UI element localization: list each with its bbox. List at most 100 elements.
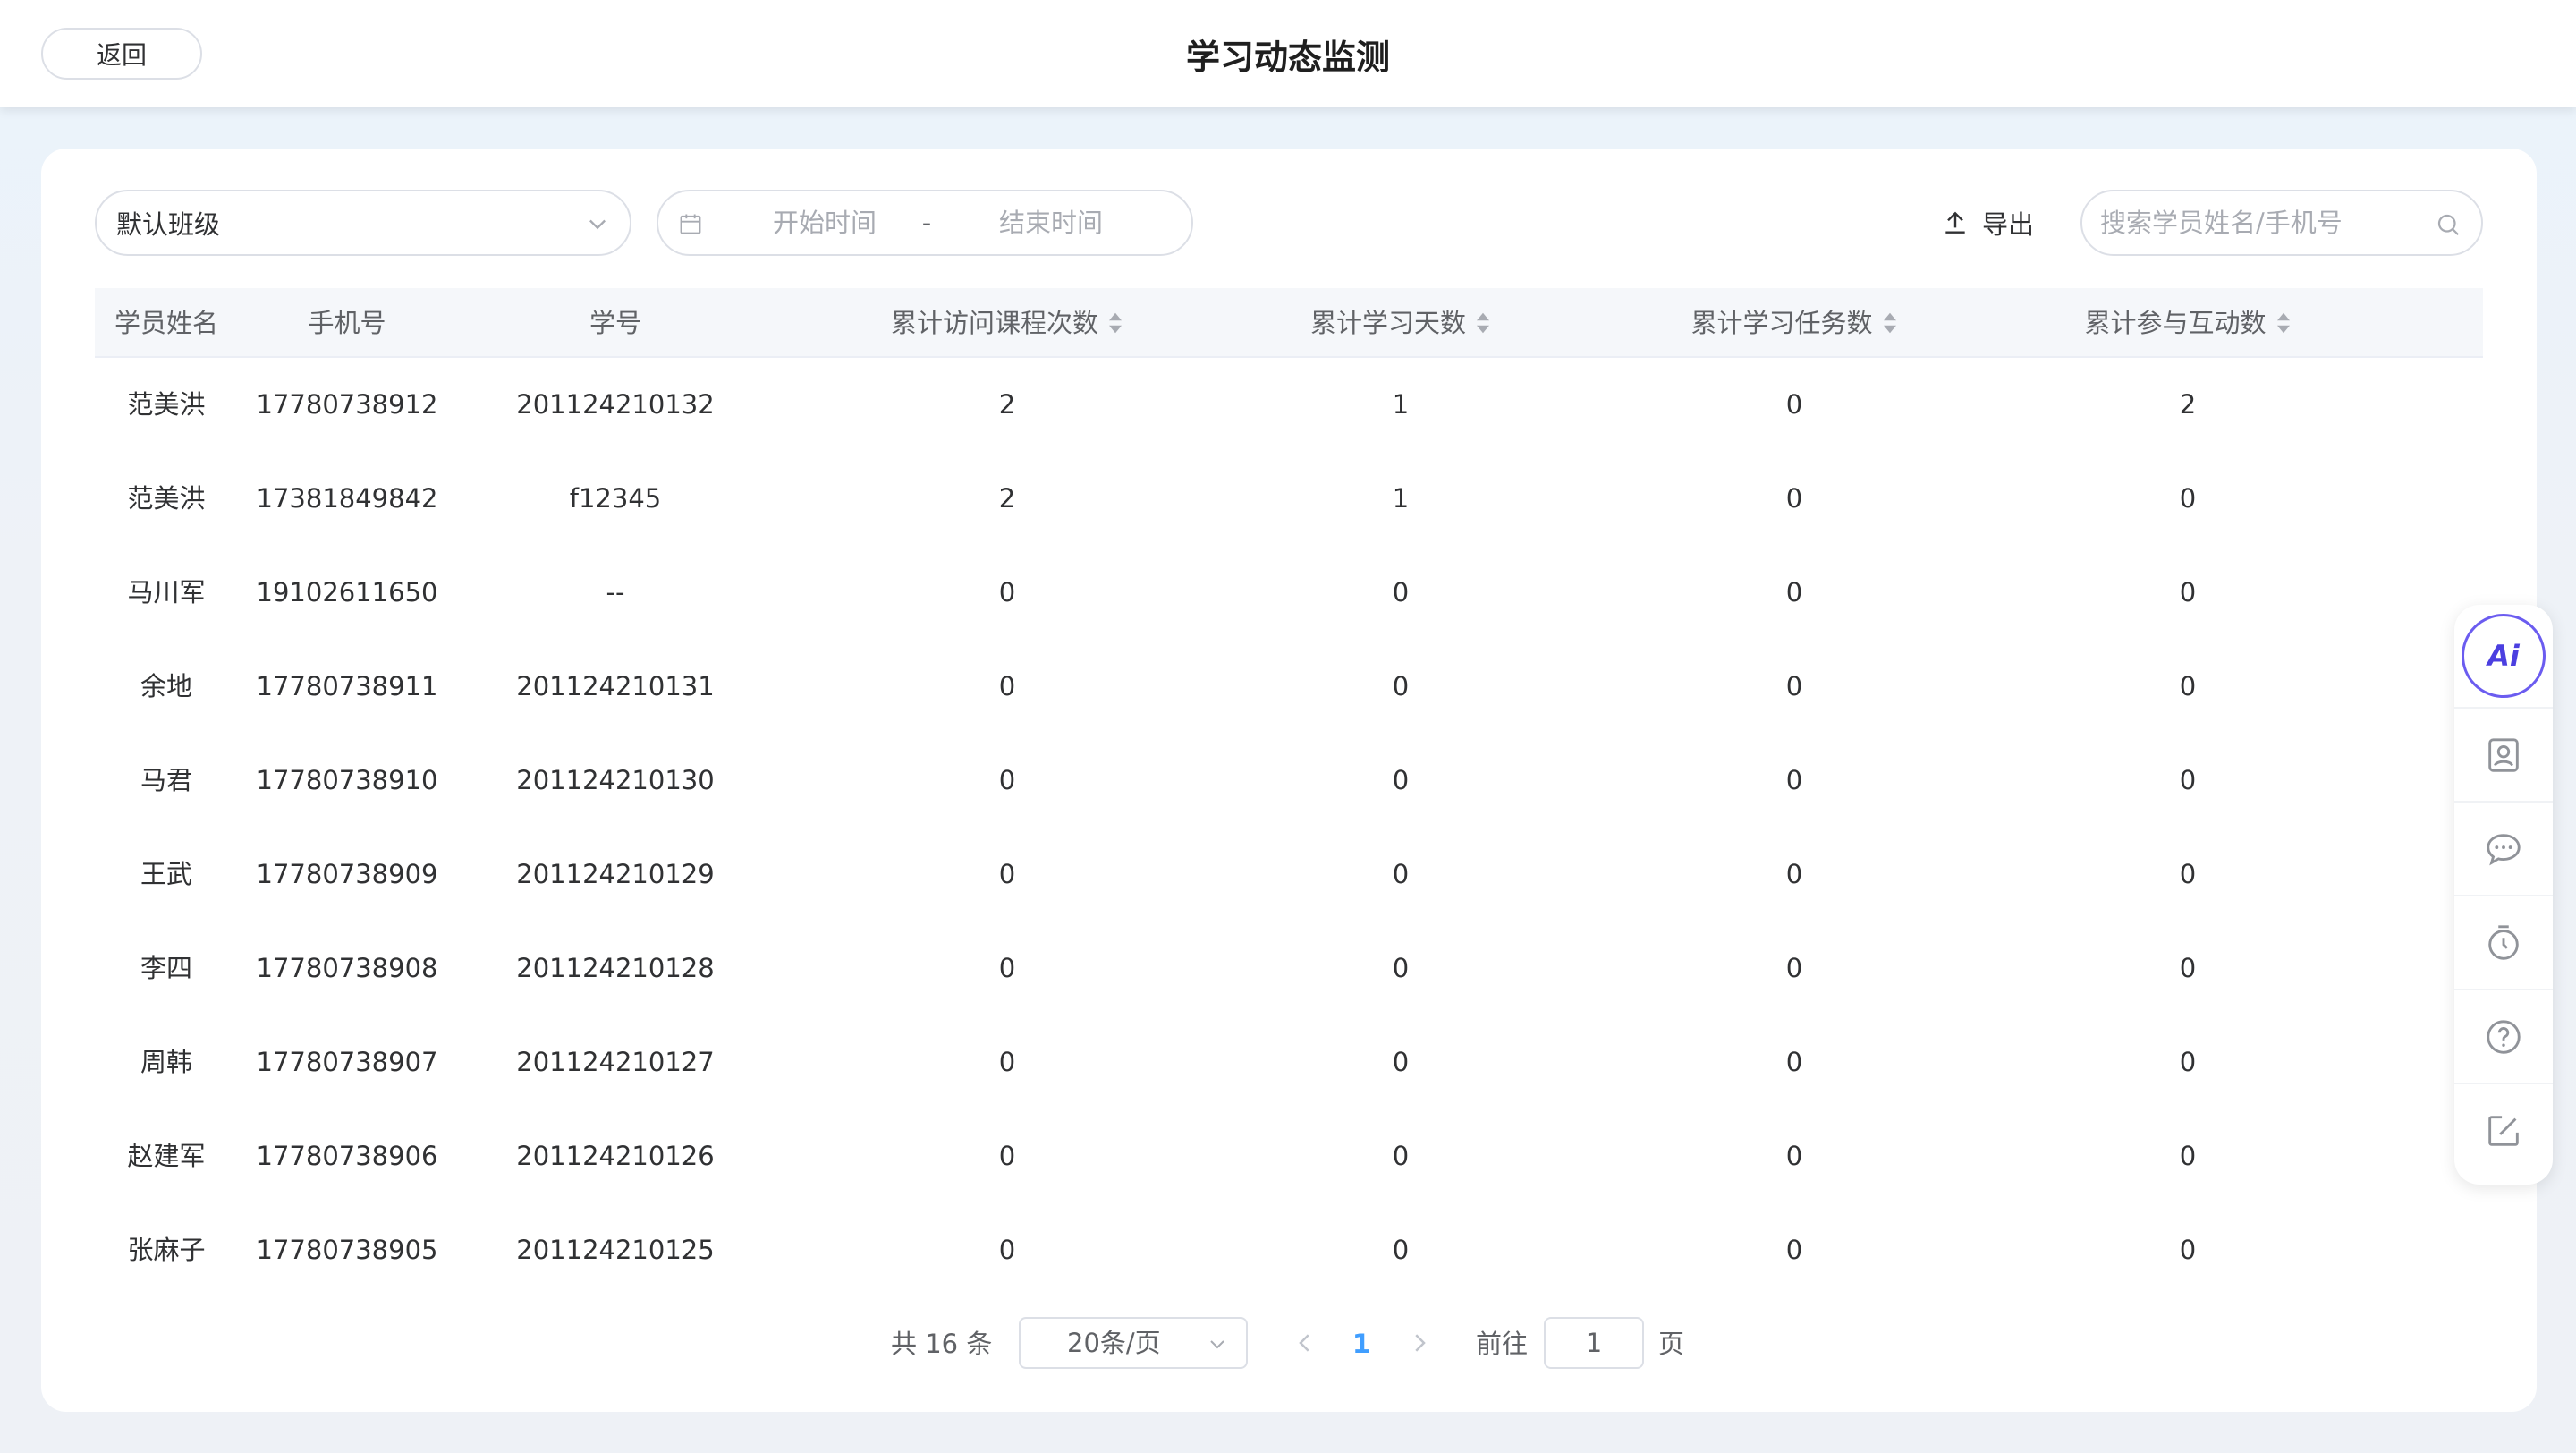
search-input[interactable] (2100, 200, 2431, 245)
contact-card-button[interactable] (2454, 707, 2553, 801)
column-header-interactions[interactable]: 累计参与互动数 (2027, 288, 2349, 358)
cell-student-id: 201124210131 (516, 671, 715, 701)
cell-phone: 17780738906 (256, 1141, 438, 1171)
page-size-value: 20条/页 (1067, 1328, 1161, 1358)
cell-interactions: 0 (2179, 671, 2197, 701)
sort-icon[interactable] (1107, 310, 1123, 336)
table-row: 余地 17780738911 201124210131 0 0 0 0 (95, 640, 2483, 734)
cell-study-days: 0 (1392, 953, 1410, 983)
cell-course-visits: 2 (998, 483, 1016, 514)
cell-student-id: 201124210132 (516, 389, 715, 420)
cell-course-visits: 0 (998, 577, 1016, 608)
cell-study-tasks: 0 (1785, 671, 1803, 701)
help-icon (2487, 1019, 2521, 1054)
class-select-value: 默认班级 (116, 209, 221, 240)
cell-interactions: 0 (2179, 1141, 2197, 1171)
cell-study-days: 0 (1392, 859, 1410, 889)
next-page-icon[interactable] (1406, 1330, 1433, 1356)
cell-study-days: 0 (1392, 1235, 1410, 1265)
cell-study-days: 0 (1392, 577, 1410, 608)
chat-button[interactable] (2454, 801, 2553, 895)
sort-icon[interactable] (2275, 310, 2292, 336)
cell-interactions: 0 (2179, 765, 2197, 795)
goto-page-input[interactable] (1544, 1317, 1644, 1369)
cell-course-visits: 0 (998, 1047, 1016, 1077)
cell-phone: 19102611650 (256, 577, 438, 608)
back-button[interactable]: 返回 (41, 28, 202, 80)
student-table: 学员姓名 手机号 学号 累计访问课程次数 累计学习天数 累计学习任务数 累计参与… (95, 288, 2483, 1297)
column-header-course-visits[interactable]: 累计访问课程次数 (775, 288, 1240, 358)
timer-button[interactable] (2454, 895, 2553, 989)
table-row: 范美洪 17381849842 f12345 2 1 0 0 (95, 452, 2483, 546)
cell-study-days: 1 (1392, 483, 1410, 514)
column-header-student-id: 学号 (589, 308, 641, 338)
cell-phone: 17780738911 (256, 671, 438, 701)
table-row: 范美洪 17780738912 201124210132 2 1 0 2 (95, 358, 2483, 452)
page-number[interactable]: 1 (1343, 1317, 1379, 1371)
cell-study-tasks: 0 (1785, 765, 1803, 795)
cell-interactions: 0 (2179, 1047, 2197, 1077)
chevron-down-icon (589, 219, 606, 230)
end-date-input[interactable]: 结束时间 (939, 191, 1163, 254)
export-button[interactable]: 导出 (1941, 195, 2093, 251)
cell-student-id: 201124210130 (516, 765, 715, 795)
total-count: 共 16 条 (891, 1329, 993, 1359)
cell-interactions: 0 (2179, 483, 2197, 514)
search-box[interactable] (2080, 190, 2483, 256)
table-header: 学员姓名 手机号 学号 累计访问课程次数 累计学习天数 累计学习任务数 累计参与… (95, 288, 2483, 358)
cell-study-tasks: 0 (1785, 389, 1803, 420)
help-button[interactable] (2454, 989, 2553, 1083)
main-card: 默认班级 开始时间 - 结束时间 导出 学员姓名 手机号 学号 累计访问课程次数… (41, 149, 2537, 1412)
cell-study-tasks: 0 (1785, 1141, 1803, 1171)
timer-icon (2488, 924, 2519, 960)
goto-label: 前往 (1476, 1329, 1529, 1359)
cell-study-tasks: 0 (1785, 577, 1803, 608)
cell-name: 李四 (140, 953, 192, 983)
edit-button[interactable] (2454, 1083, 2553, 1177)
cell-phone: 17780738912 (256, 389, 438, 420)
column-header-phone: 手机号 (308, 308, 386, 338)
cell-name: 周韩 (140, 1047, 192, 1077)
chevron-down-icon (1210, 1340, 1224, 1349)
export-label: 导出 (1982, 209, 2035, 240)
cell-study-days: 0 (1392, 765, 1410, 795)
cell-course-visits: 0 (998, 953, 1016, 983)
page-size-select[interactable]: 20条/页 (1019, 1317, 1248, 1369)
cell-interactions: 0 (2179, 953, 2197, 983)
start-date-input[interactable]: 开始时间 (735, 191, 914, 254)
cell-interactions: 0 (2179, 859, 2197, 889)
search-icon[interactable] (2435, 211, 2462, 238)
pagination: 共 16 条 20条/页 1 前往 页 (41, 1317, 2537, 1371)
cell-course-visits: 0 (998, 671, 1016, 701)
calendar-icon (680, 214, 701, 234)
table-row: 张麻子 17780738905 201124210125 0 0 0 0 (95, 1203, 2483, 1297)
cell-study-tasks: 0 (1785, 859, 1803, 889)
cell-student-id: 201124210127 (516, 1047, 715, 1077)
cell-study-days: 1 (1392, 389, 1410, 420)
cell-phone: 17780738908 (256, 953, 438, 983)
cell-name: 王武 (140, 859, 192, 889)
class-select[interactable]: 默认班级 (95, 190, 631, 256)
sort-icon[interactable] (1475, 310, 1491, 336)
cell-phone: 17780738910 (256, 765, 438, 795)
prev-page-icon[interactable] (1292, 1330, 1318, 1356)
table-row: 马君 17780738910 201124210130 0 0 0 0 (95, 734, 2483, 828)
cell-phone: 17780738907 (256, 1047, 438, 1077)
column-header-study-tasks[interactable]: 累计学习任务数 (1562, 288, 2027, 358)
contact-card-icon (2488, 737, 2519, 772)
cell-course-visits: 0 (998, 1235, 1016, 1265)
cell-phone: 17381849842 (256, 483, 438, 514)
upload-icon (1945, 211, 1965, 234)
cell-phone: 17780738909 (256, 859, 438, 889)
cell-study-days: 0 (1392, 671, 1410, 701)
cell-student-id: 201124210128 (516, 953, 715, 983)
column-header-study-days[interactable]: 累计学习天数 (1240, 288, 1562, 358)
cell-name: 范美洪 (127, 389, 206, 420)
edit-icon (2488, 1115, 2519, 1146)
cell-phone: 17780738905 (256, 1235, 438, 1265)
cell-name: 马君 (140, 765, 192, 795)
cell-student-id: 201124210125 (516, 1235, 715, 1265)
date-range-picker[interactable]: 开始时间 - 结束时间 (657, 190, 1193, 256)
ai-assistant-button[interactable]: Ai (2454, 605, 2553, 707)
sort-icon[interactable] (1882, 310, 1898, 336)
